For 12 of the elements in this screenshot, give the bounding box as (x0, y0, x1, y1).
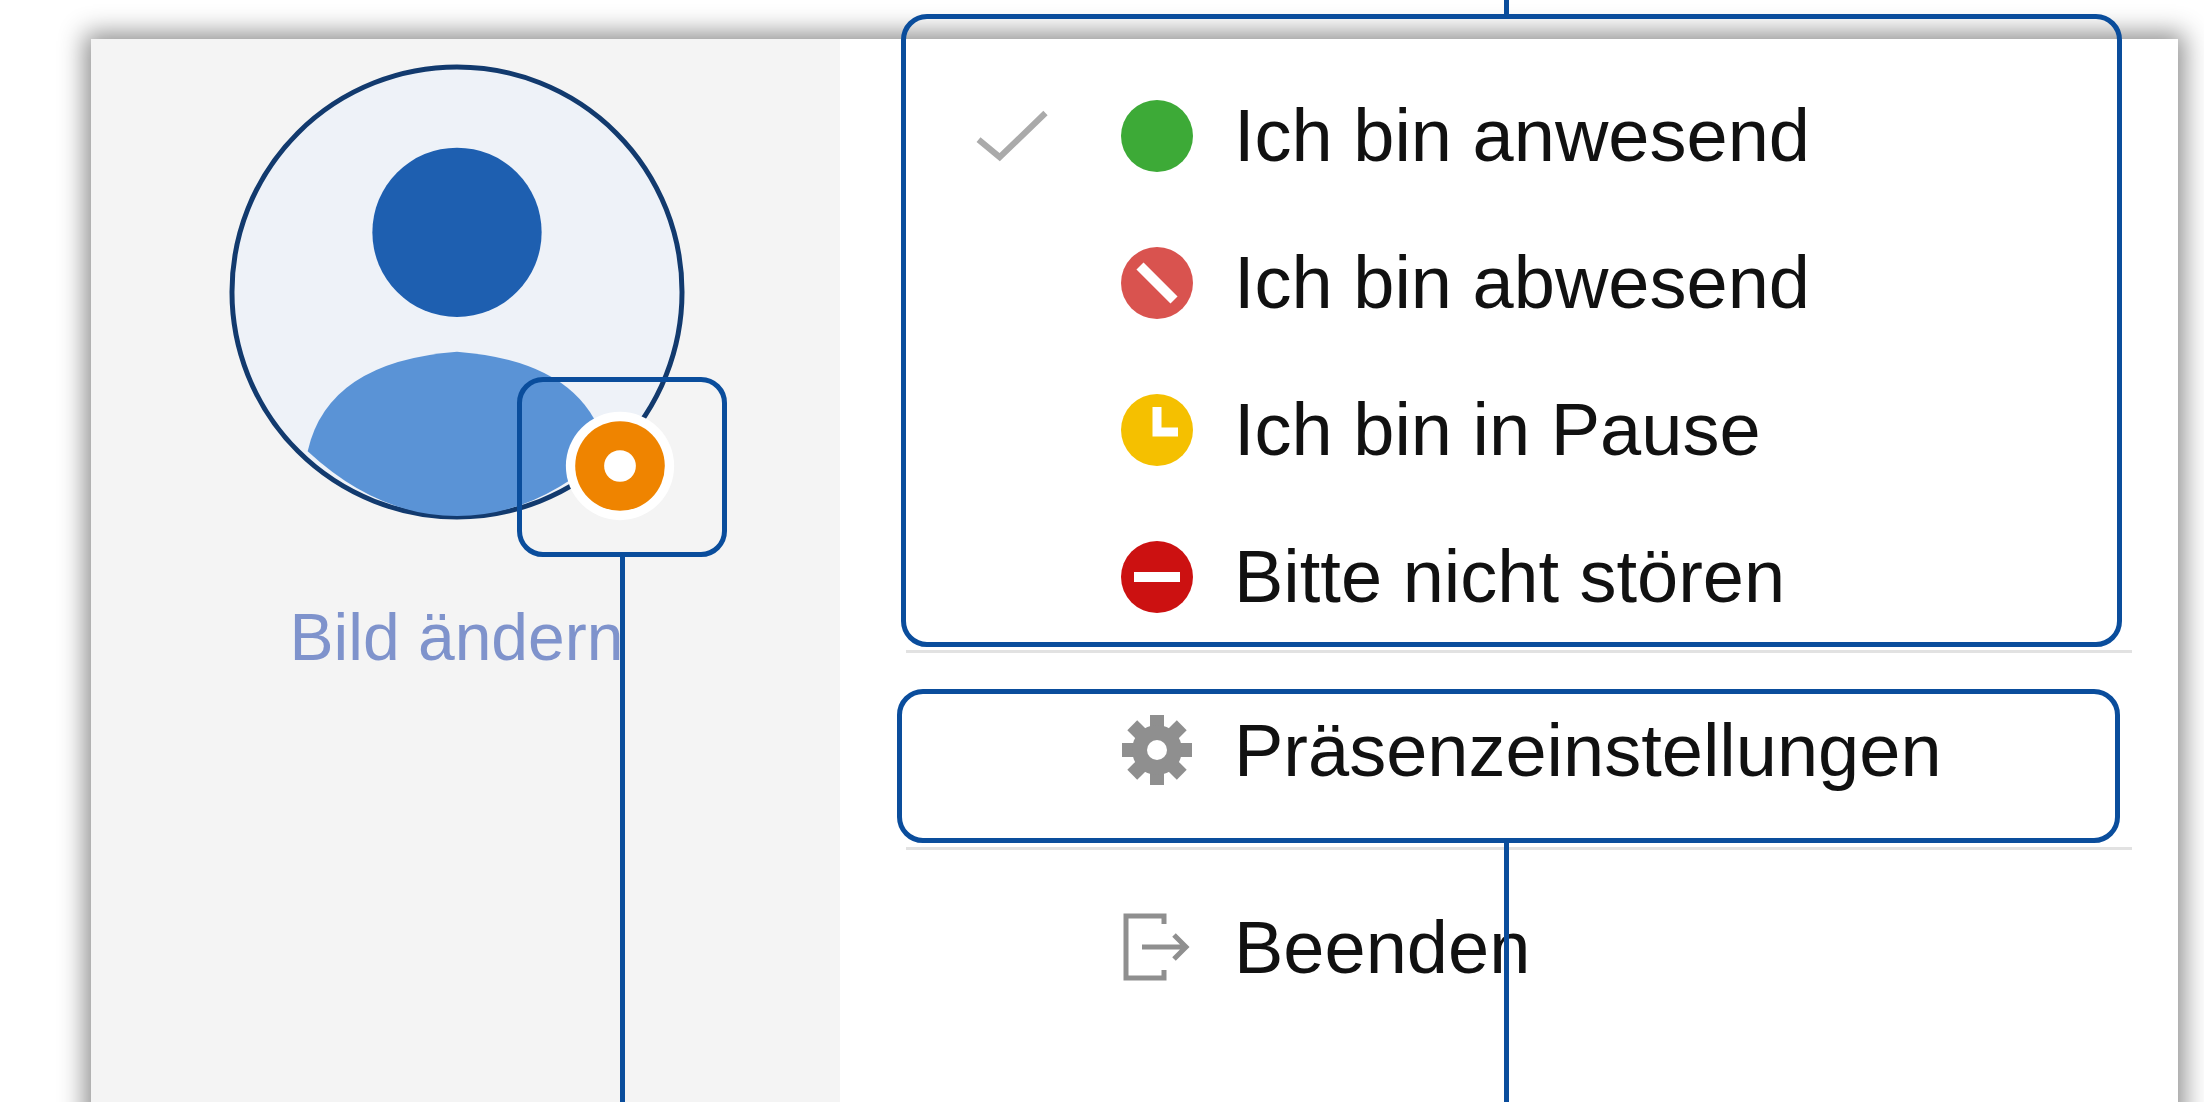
status-label: Ich bin anwesend (1234, 93, 1810, 178)
status-menu-item[interactable]: Ich bin in Pause (840, 356, 2178, 503)
status-menu-item[interactable]: Bitte nicht stören (840, 503, 2178, 650)
settings-icon (1120, 713, 1194, 787)
status-menu-item[interactable]: Ich bin abwesend (840, 209, 2178, 356)
status-menu-item[interactable]: Ich bin anwesend (840, 62, 2178, 209)
settings-menu-item[interactable]: Präsenzeinstellungen (840, 653, 2178, 847)
status-label: Ich bin in Pause (1234, 387, 1761, 472)
status-badge-icon (563, 410, 676, 522)
menu-label: Präsenzeinstellungen (1234, 707, 1942, 793)
status-label: Ich bin abwesend (1234, 240, 1810, 325)
status-label: Bitte nicht stören (1234, 534, 1786, 619)
